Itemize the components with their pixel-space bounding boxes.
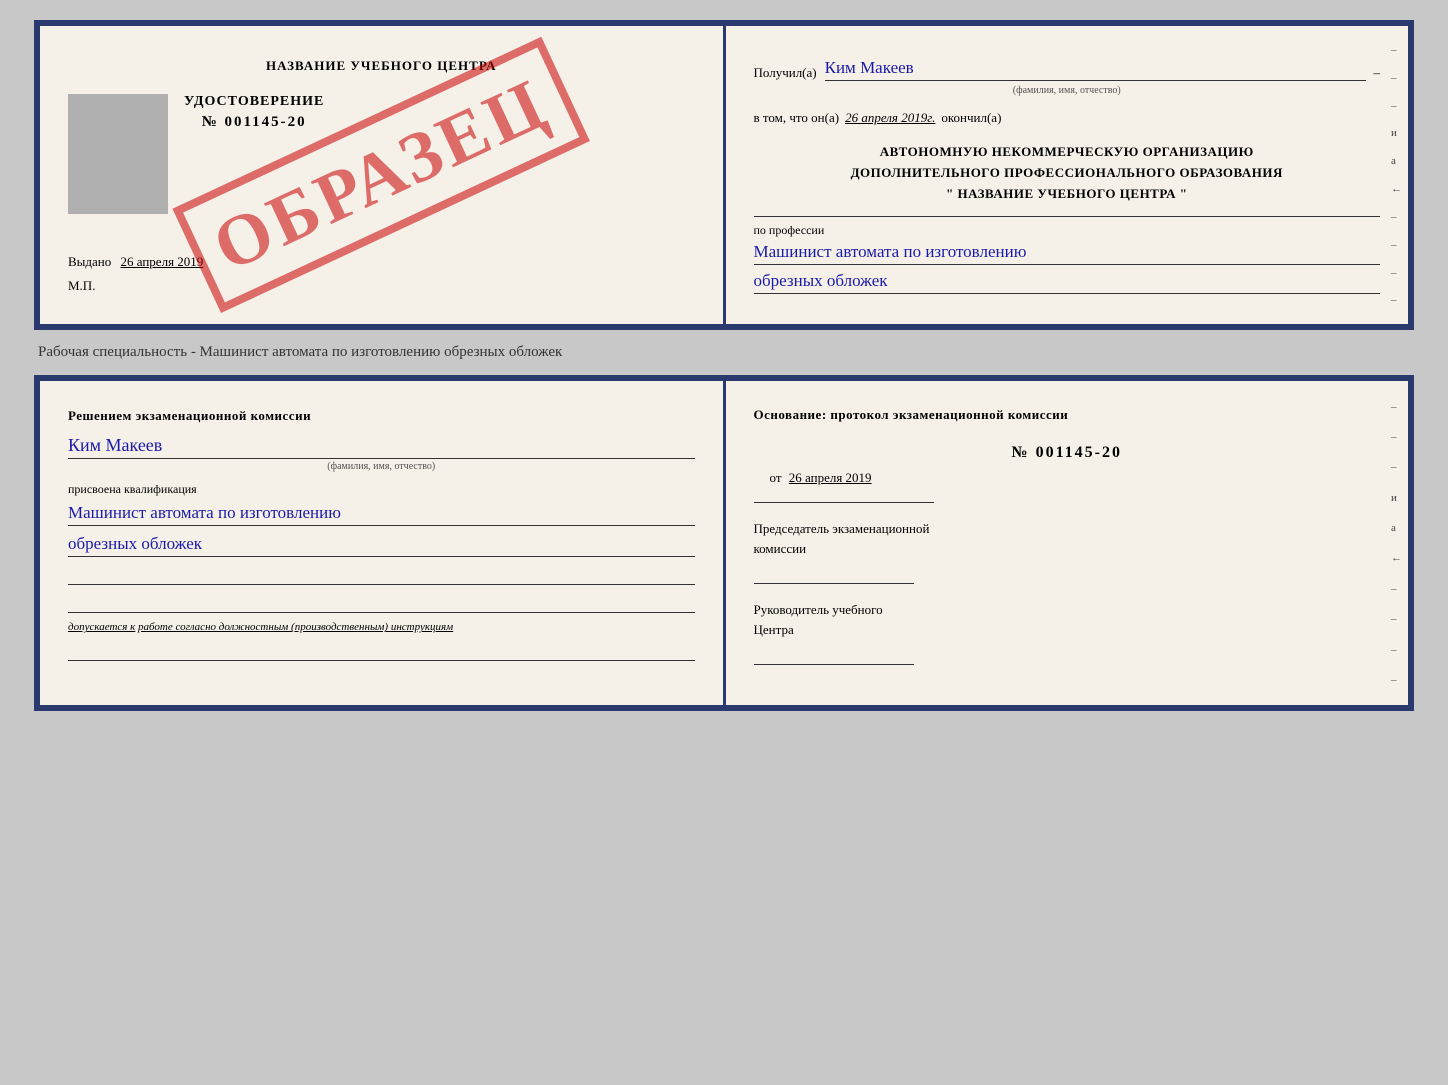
cert-title: УДОСТОВЕРЕНИЕ (184, 94, 324, 110)
center-head-label2: Центра (754, 620, 1381, 640)
basis-label: Основание: протокол экзаменационной коми… (754, 407, 1069, 422)
issued-line: Выдано 26 апреля 2019 (68, 254, 695, 270)
recipient-dash: – (1374, 65, 1381, 81)
completion-suffix: окончил(а) (941, 110, 1001, 126)
completion-label: в том, что он(а) (754, 110, 840, 126)
completion-line: в том, что он(а) 26 апреля 2019г. окончи… (754, 110, 1381, 126)
mp-line: М.П. (68, 278, 695, 294)
specialty-text: Рабочая специальность - Машинист автомат… (34, 344, 562, 361)
profession-line2: обрезных обложек (754, 271, 1381, 294)
allowed-text: допускается к работе согласно должностны… (68, 621, 695, 633)
bottom-title-line1: Решением экзаменационной комиссии (68, 408, 311, 423)
commission-head: Председатель экзаменационной комиссии (754, 519, 1381, 558)
divider1 (754, 216, 1381, 217)
org-block: АВТОНОМНУЮ НЕКОММЕРЧЕСКУЮ ОРГАНИЗАЦИЮ ДО… (754, 142, 1381, 204)
issued-label: Выдано (68, 254, 111, 269)
recipient-name: Ким Макеев (825, 58, 1366, 81)
mp-label: М.П. (68, 278, 95, 293)
org-line2: ДОПОЛНИТЕЛЬНОГО ПРОФЕССИОНАЛЬНОГО ОБРАЗО… (754, 163, 1381, 184)
bottom-document-card: Решением экзаменационной комиссии Ким Ма… (34, 375, 1414, 711)
recipient-label: Получил(а) (754, 65, 817, 81)
cert-number: № 001145-20 (184, 114, 324, 131)
protocol-date-prefix: от (770, 470, 782, 485)
qual-line1: Машинист автомата по изготовлению (68, 503, 695, 526)
name-hint-top: (фамилия, имя, отчество) (754, 85, 1381, 96)
blank-line1 (68, 565, 695, 585)
right-side-marks: – – – и а ← – – – – (1391, 26, 1402, 324)
org-line1: АВТОНОМНУЮ НЕКОММЕРЧЕСКУЮ ОРГАНИЗАЦИЮ (754, 142, 1381, 163)
issued-date: 26 апреля 2019 (121, 254, 204, 269)
center-head-label: Руководитель учебного (754, 600, 1381, 620)
photo-placeholder (68, 94, 168, 214)
protocol-date: от 26 апреля 2019 (754, 470, 1381, 486)
name-hint-bottom: (фамилия, имя, отчество) (68, 458, 695, 472)
allowed-main: работе согласно должностным (производств… (138, 621, 453, 633)
allowed-prefix: допускается к (68, 621, 135, 633)
blank-line3 (68, 641, 695, 661)
commission-sign-line (754, 564, 914, 584)
center-head: Руководитель учебного Центра (754, 600, 1381, 639)
center-sign-line (754, 645, 914, 665)
bottom-left-title: Решением экзаменационной комиссии (68, 405, 695, 427)
basis-block: Основание: протокол экзаменационной коми… (754, 405, 1381, 426)
protocol-number: № 001145-20 (754, 444, 1381, 462)
top-card-left: НАЗВАНИЕ УЧЕБНОГО ЦЕНТРА УДОСТОВЕРЕНИЕ №… (40, 26, 726, 324)
completion-date: 26 апреля 2019г. (845, 110, 935, 126)
commission-head-label: Председатель экзаменационной (754, 519, 1381, 539)
date-underline (754, 502, 934, 503)
commission-head-label2: комиссии (754, 539, 1381, 559)
top-left-title: НАЗВАНИЕ УЧЕБНОГО ЦЕНТРА (68, 58, 695, 74)
recipient-line: Получил(а) Ким Макеев – (754, 58, 1381, 81)
top-card-right: Получил(а) Ким Макеев – (фамилия, имя, о… (726, 26, 1409, 324)
bottom-right-side-marks: – – – и а ← – – – – (1391, 381, 1402, 705)
qual-line2: обрезных обложек (68, 534, 695, 557)
bottom-card-left: Решением экзаменационной комиссии Ким Ма… (40, 381, 726, 705)
profession-line1: Машинист автомата по изготовлению (754, 242, 1381, 265)
bottom-card-right: Основание: протокол экзаменационной коми… (726, 381, 1409, 705)
org-line3: " НАЗВАНИЕ УЧЕБНОГО ЦЕНТРА " (754, 184, 1381, 205)
top-document-card: НАЗВАНИЕ УЧЕБНОГО ЦЕНТРА УДОСТОВЕРЕНИЕ №… (34, 20, 1414, 330)
person-name-bottom: Ким Макеев (68, 435, 695, 456)
allowed-main-text: работе согласно должностным (производств… (138, 621, 453, 633)
cert-info: УДОСТОВЕРЕНИЕ № 001145-20 (184, 94, 324, 131)
profession-label: по профессии (754, 223, 1381, 238)
assigned-label: присвоена квалификация (68, 482, 695, 497)
protocol-date-value: 26 апреля 2019 (789, 470, 872, 485)
blank-line2 (68, 593, 695, 613)
